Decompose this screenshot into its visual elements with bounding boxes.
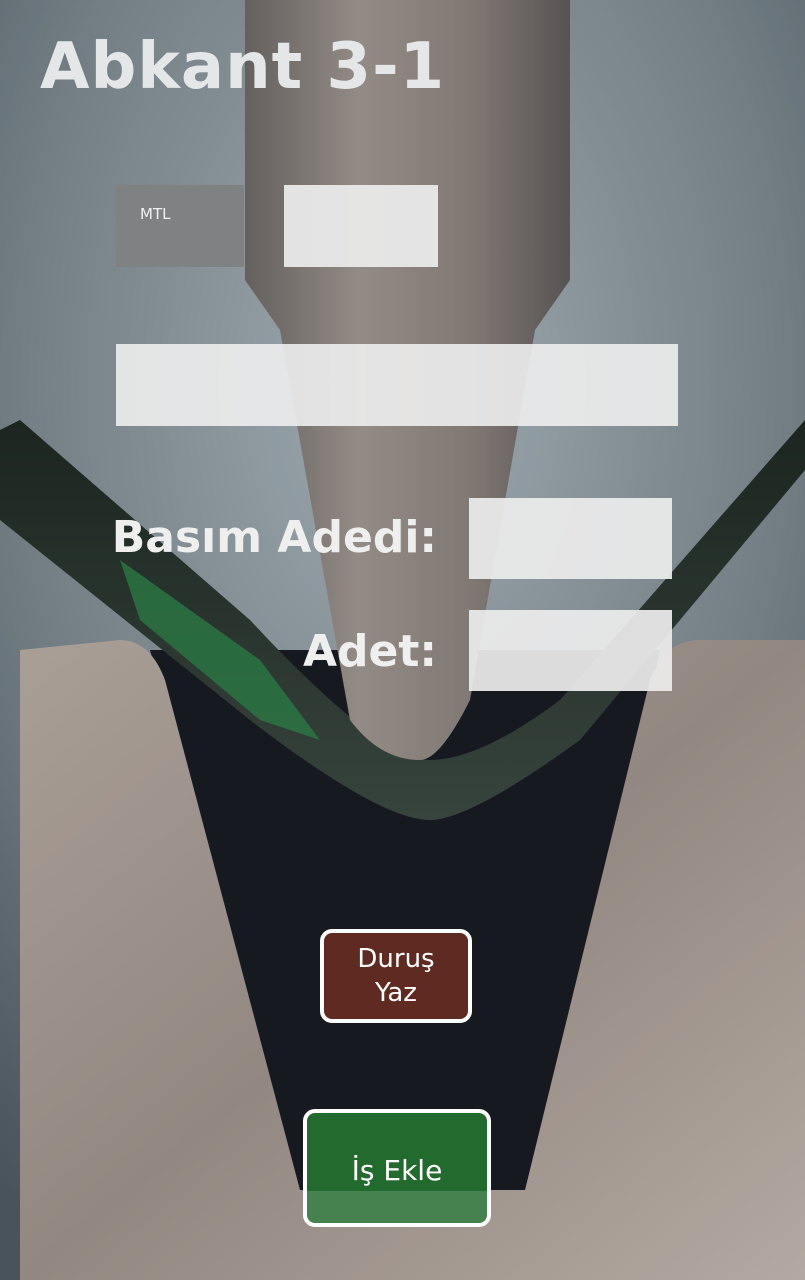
button-shade [307,1191,487,1223]
durus-yaz-button[interactable]: Duruş Yaz [320,929,472,1023]
is-ekle-button[interactable]: İş Ekle [303,1109,491,1227]
mtl-label: MTL [116,185,244,267]
mtl-input[interactable] [284,185,438,267]
basim-adedi-label: Basım Adedi: [111,512,437,563]
is-ekle-label: İş Ekle [351,1153,443,1187]
basim-adedi-input[interactable] [469,498,672,579]
adet-label: Adet: [302,626,437,677]
info-input[interactable] [116,344,678,426]
adet-input[interactable] [469,610,672,691]
page-title: Abkant 3-1 [40,30,446,104]
